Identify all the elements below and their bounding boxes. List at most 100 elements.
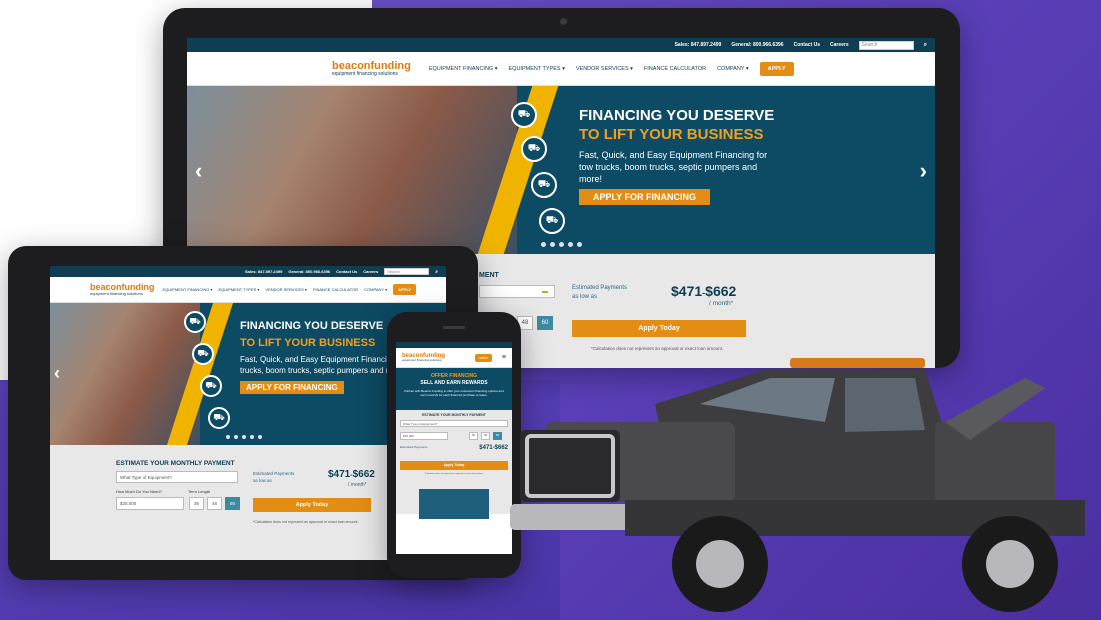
tow-truck-image — [510, 358, 1085, 612]
tablet-search-input[interactable]: Search — [384, 268, 430, 275]
tablet-nav-equipment-types[interactable]: EQUIPMENT TYPES ▾ — [218, 287, 259, 292]
tablet-topbar: Sales: 847.897.2499 General: 800.966.639… — [50, 266, 446, 277]
tablet-navbar: beaconfunding equipment financing soluti… — [50, 277, 446, 303]
tablet-term-60-button[interactable]: 60 — [225, 497, 240, 510]
search-icon[interactable]: ⌕ — [924, 42, 927, 49]
tablet-per-month-label: / month* — [348, 482, 367, 488]
payment-range: $471-$662 — [671, 283, 736, 299]
tablet-term-48-button[interactable]: 48 — [207, 497, 222, 510]
truck-grille — [520, 430, 620, 502]
phone-equipment-type-select[interactable]: What Type of Equipment? — [400, 420, 508, 427]
contact-link[interactable]: Contact Us — [794, 42, 820, 48]
tablet-nav-equipment-financing[interactable]: EQUIPMENT FINANCING ▾ — [163, 287, 213, 292]
apply-for-financing-button[interactable]: APPLY FOR FINANCING — [579, 188, 711, 205]
tablet-general-phone[interactable]: General: 800.966.6396 — [288, 269, 330, 274]
phone-offer-banner: OFFER FINANCING SELL AND EARN REWARDS Pa… — [396, 368, 512, 410]
truck-rear-rim — [986, 540, 1034, 588]
tow-truck-icon: ⛟ — [511, 102, 537, 128]
brand-tagline: equipment financing solutions — [332, 70, 398, 77]
tablet-term-label: Term Length — [188, 489, 211, 494]
nav-apply-button[interactable]: APPLY — [759, 61, 794, 76]
tablet-amount-input[interactable]: $25,000 — [116, 497, 184, 510]
phone-speaker — [443, 326, 465, 329]
tablet-term-36-button[interactable]: 36 — [189, 497, 204, 510]
phone-apply-today-button[interactable]: Apply Today — [400, 461, 508, 470]
phone-brand-logo[interactable]: beaconfunding equipment financing soluti… — [402, 353, 445, 362]
tablet-search-icon[interactable]: ⌕ — [435, 269, 438, 275]
tablet-estimate-title: ESTIMATE YOUR MONTHLY PAYMENT — [116, 460, 235, 467]
careers-link[interactable]: Careers — [830, 42, 849, 48]
tablet-septic-truck-icon: ⛟ — [208, 407, 230, 429]
nav-vendor-services[interactable]: VENDOR SERVICES ▾ — [576, 66, 633, 72]
tablet-amount-label: How Much Do You Need? — [116, 489, 162, 494]
phone-estimated-payments-label: Estimated Payments — [400, 445, 428, 449]
chevron-down-icon: ▬ — [542, 289, 548, 295]
tablet-boom-truck-icon: ⛟ — [192, 343, 214, 365]
term-60-button[interactable]: 60 — [537, 316, 553, 330]
nav-finance-calculator[interactable]: FINANCE CALCULATOR — [644, 66, 706, 72]
tablet-calculation-disclaimer: *Calculation does not represent an appro… — [253, 520, 359, 524]
phone-payment-low: $471 — [479, 445, 493, 451]
search-input[interactable]: Search — [858, 40, 914, 50]
brand-name: beaconfunding — [332, 59, 411, 72]
hero-copy: FINANCING YOU DESERVE TO LIFT YOUR BUSIN… — [579, 108, 779, 205]
phone-calculation-disclaimer: *Calculation does not represent an appro… — [424, 473, 484, 475]
truck-light-bar — [790, 358, 925, 368]
tablet-carousel-prev-button[interactable]: ‹ — [54, 363, 60, 384]
desktop-hero: ⛟ ⛟ ⛟ ⛟ FINANCING YOU DESERVE TO LIFT YO… — [187, 86, 935, 254]
sales-phone[interactable]: Sales: 847.897.2499 — [675, 42, 722, 48]
apply-today-button[interactable]: Apply Today — [572, 320, 746, 337]
phone-apply-button[interactable]: APPLY — [474, 353, 493, 362]
phone-amount-row: $25,000 36 48 60 — [400, 432, 508, 440]
tablet-payment-high: $662 — [352, 469, 375, 480]
tablet-carousel-dots[interactable] — [226, 435, 262, 439]
phone-offer-body: Partner with Beacon Funding to offer you… — [404, 389, 504, 397]
phone-promo-image — [419, 489, 489, 519]
phone-term-48-button[interactable]: 48 — [481, 432, 490, 440]
tablet-nav-vendor-services[interactable]: VENDOR SERVICES ▾ — [265, 287, 307, 292]
tablet-apply-for-financing-button[interactable]: APPLY FOR FINANCING — [240, 380, 344, 394]
tablet-nav-items: EQUIPMENT FINANCING ▾ EQUIPMENT TYPES ▾ … — [163, 284, 417, 295]
estimate-title-partial: MENT — [479, 272, 499, 279]
tablet-nav-company[interactable]: COMPANY ▾ — [364, 287, 387, 292]
tablet-as-low-as-label: as low as — [253, 478, 272, 483]
phone-term-36-button[interactable]: 36 — [469, 432, 478, 440]
truck-front-rim — [696, 540, 744, 588]
tablet-nav-apply-button[interactable]: APPLY — [393, 284, 417, 295]
tablet-contact-link[interactable]: Contact Us — [336, 269, 357, 274]
tablet-tow-truck-icon: ⛟ — [184, 311, 206, 333]
carousel-next-button[interactable]: › — [920, 158, 927, 184]
phone-amount-input[interactable]: $25,000 — [400, 432, 448, 440]
desktop-nav-items: EQUIPMENT FINANCING ▾ EQUIPMENT TYPES ▾ … — [429, 61, 794, 76]
phone-estimate-title: ESTIMATE YOUR MONTHLY PAYMENT — [422, 413, 486, 417]
as-low-as-label: as low as — [572, 294, 598, 300]
carousel-dots[interactable] — [541, 242, 582, 247]
tablet-payment-range: $471-$662 — [328, 469, 375, 480]
phone-screen: beaconfunding equipment financing soluti… — [396, 342, 512, 554]
calculation-disclaimer: *Calculation does not represent an appro… — [591, 346, 724, 351]
carousel-prev-button[interactable]: ‹ — [195, 158, 202, 184]
phone-term-60-button[interactable]: 60 — [493, 432, 502, 440]
phone-device: beaconfunding equipment financing soluti… — [387, 312, 521, 578]
tablet-payment-low: $471 — [328, 469, 351, 480]
tablet-sales-phone[interactable]: Sales: 847.897.2499 — [245, 269, 282, 274]
tablet-apply-today-button[interactable]: Apply Today — [253, 498, 371, 512]
payment-low: $471 — [671, 283, 703, 299]
camera-icon — [560, 18, 567, 25]
nav-equipment-types[interactable]: EQUIPMENT TYPES ▾ — [509, 66, 565, 72]
tablet-brand-logo[interactable]: beaconfunding equipment financing soluti… — [90, 283, 155, 296]
desktop-topbar: Sales: 847.897.2499 General: 800.966.639… — [187, 38, 935, 52]
phone-offer-title: OFFER FINANCING — [430, 373, 478, 379]
hero-title: FINANCING YOU DESERVE — [579, 107, 775, 124]
nav-equipment-financing[interactable]: EQUIPMENT FINANCING ▾ — [429, 66, 498, 72]
hero-photo — [187, 86, 517, 254]
general-phone[interactable]: General: 800.966.6396 — [731, 42, 783, 48]
equipment-type-select[interactable]: ▬ — [479, 285, 555, 298]
desktop-navbar: beaconfunding equipment financing soluti… — [187, 52, 935, 86]
phone-payment-row: Estimated Payments $471-$662 — [400, 445, 508, 451]
tablet-equipment-type-select[interactable]: What Type of Equipment? — [116, 471, 238, 483]
brand-logo[interactable]: beaconfunding equipment financing soluti… — [332, 59, 411, 77]
nav-company[interactable]: COMPANY ▾ — [717, 66, 749, 72]
tablet-nav-finance-calculator[interactable]: FINANCE CALCULATOR — [313, 287, 358, 292]
tablet-careers-link[interactable]: Careers — [363, 269, 378, 274]
